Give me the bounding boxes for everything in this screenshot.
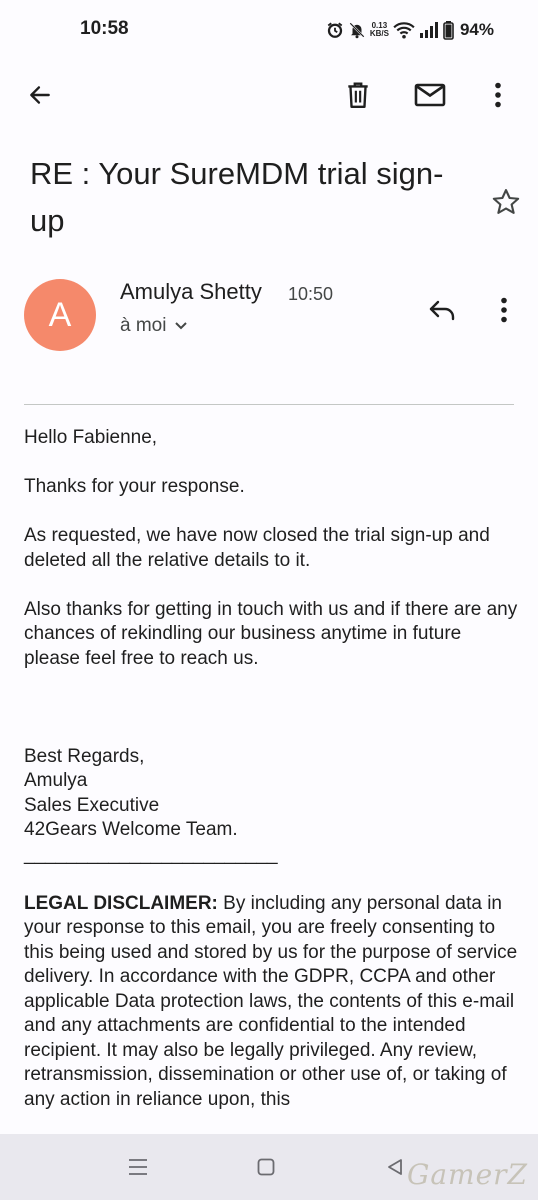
disclaimer-label: LEGAL DISCLAIMER:: [24, 892, 218, 914]
signature-name: Amulya: [24, 770, 88, 791]
chevron-down-icon: [175, 322, 188, 330]
network-speed-unit: KB/S: [369, 29, 389, 38]
wifi-icon: [393, 22, 415, 39]
back-button[interactable]: [16, 71, 64, 119]
network-speed: 0.13 KB/S: [370, 22, 389, 38]
status-time: 10:58: [80, 18, 129, 39]
delete-button[interactable]: [334, 71, 382, 119]
email-subject: RE : Your SureMDM trial sign-up: [30, 156, 444, 238]
alarm-icon: [327, 22, 343, 38]
arrow-back-icon: [30, 86, 50, 104]
mail-icon: [414, 83, 446, 107]
greeting: Hello Fabienne,: [24, 427, 158, 448]
star-outline-icon: [492, 189, 520, 214]
system-navigation-bar: GamerZ: [0, 1134, 538, 1200]
notifications-off-icon: [349, 22, 365, 39]
recipient-details-toggle[interactable]: à moi: [120, 315, 188, 337]
signature-rule: ________________________: [24, 843, 278, 865]
status-icons: 0.13 KB/S 94%: [326, 20, 494, 40]
reply-button[interactable]: [418, 286, 466, 334]
email-body: Hello Fabienne, Thanks for your response…: [24, 426, 518, 1112]
body-paragraph: Thanks for your response.: [24, 476, 245, 497]
mark-unread-button[interactable]: [406, 71, 454, 119]
reply-icon: [429, 300, 455, 321]
back-triangle-icon: [388, 1159, 402, 1175]
more-vert-icon: [495, 82, 501, 108]
signature-title: Sales Executive: [24, 794, 160, 816]
message-more-button[interactable]: [480, 286, 528, 334]
battery-icon: [443, 20, 454, 40]
sender-name: Amulya Shetty: [120, 279, 262, 304]
more-vert-icon: [501, 297, 507, 323]
sent-time: 10:50: [288, 284, 334, 304]
home-icon: [257, 1158, 275, 1176]
star-button[interactable]: [482, 178, 530, 226]
recents-icon: [129, 1159, 147, 1175]
legal-disclaimer: LEGAL DISCLAIMER: By including any perso…: [24, 892, 518, 1113]
header-divider: [24, 404, 514, 405]
sender-avatar[interactable]: A: [24, 279, 96, 351]
more-options-button[interactable]: [474, 71, 522, 119]
back-nav-button[interactable]: [380, 1154, 410, 1180]
disclaimer-text: By including any personal data in your r…: [24, 892, 518, 1110]
body-paragraph: Also thanks for getting in touch with us…: [24, 598, 518, 669]
signal-icon: [419, 22, 438, 38]
trash-icon: [348, 82, 368, 109]
battery-percentage: 94%: [459, 20, 494, 39]
body-paragraph: As requested, we have now closed the tri…: [24, 525, 490, 571]
watermark: GamerZ: [406, 1158, 528, 1191]
signature-team: 42Gears Welcome Team.: [24, 819, 238, 840]
sign-off: Best Regards,: [24, 745, 145, 767]
recents-button[interactable]: [123, 1154, 153, 1180]
recipient-label: à moi: [120, 315, 167, 336]
home-button[interactable]: [251, 1154, 281, 1180]
